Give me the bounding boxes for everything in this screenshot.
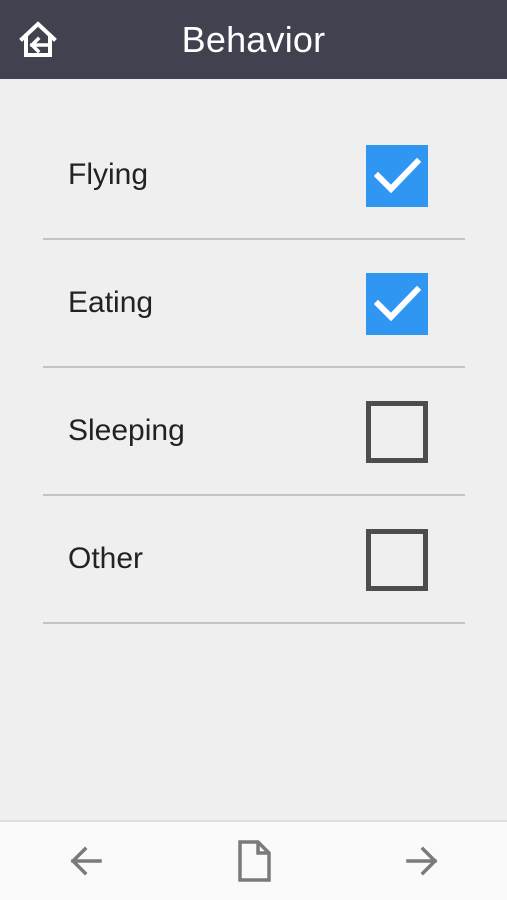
behavior-row-sleeping[interactable]: Sleeping: [43, 368, 465, 496]
behavior-label: Flying: [68, 158, 149, 191]
checkbox-other[interactable]: [366, 529, 428, 591]
checkbox-sleeping[interactable]: [366, 401, 428, 463]
checkbox-eating[interactable]: [366, 273, 428, 335]
arrow-left-icon: [70, 846, 102, 876]
forward-button[interactable]: [398, 836, 446, 886]
back-button[interactable]: [62, 836, 110, 886]
page-title: Behavior: [181, 19, 326, 60]
check-icon: [373, 157, 422, 194]
app-bar: Behavior: [0, 0, 507, 79]
behavior-row-flying[interactable]: Flying: [43, 112, 465, 240]
behavior-row-eating[interactable]: Eating: [43, 240, 465, 368]
behavior-label: Eating: [68, 286, 154, 319]
behavior-label: Sleeping: [68, 414, 185, 447]
behavior-list: Flying Eating Sleeping Other: [43, 112, 465, 624]
bottom-navigation: [0, 820, 507, 900]
arrow-right-icon: [406, 846, 438, 876]
document-icon: [238, 840, 271, 882]
check-icon: [373, 285, 422, 322]
checkbox-flying[interactable]: [366, 145, 428, 207]
document-button[interactable]: [230, 836, 278, 886]
behavior-row-other[interactable]: Other: [43, 496, 465, 624]
behavior-label: Other: [68, 542, 144, 575]
